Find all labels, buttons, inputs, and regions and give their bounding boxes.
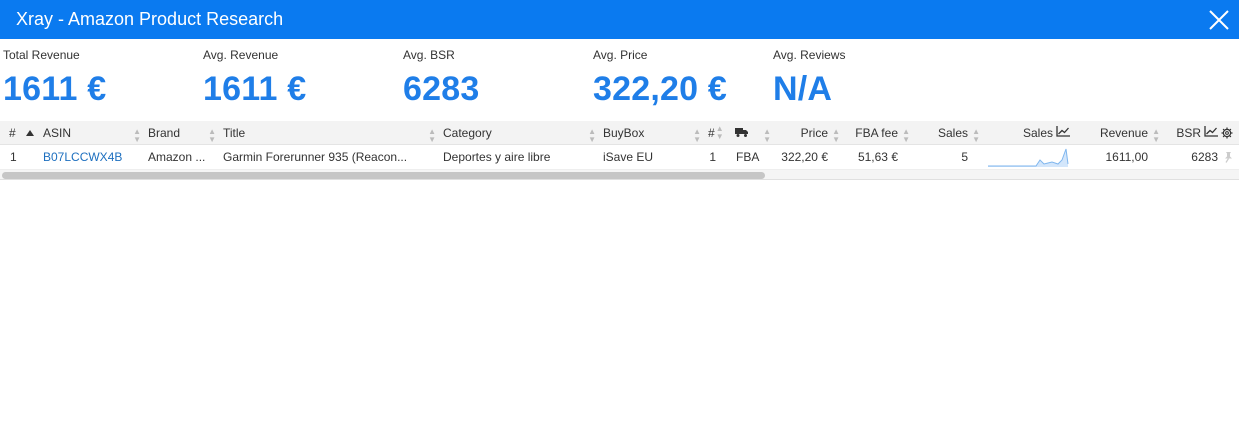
column-header-title[interactable]: Title ▲ ▼ xyxy=(223,121,438,144)
summary-stats: Total Revenue 1611 € Avg. Revenue 1611 €… xyxy=(0,39,1239,121)
header-label: Sales xyxy=(1022,125,1053,140)
stat-avg-price: Avg. Price 322,20 € xyxy=(590,48,770,121)
sort-icon: ▲ ▼ xyxy=(1152,127,1160,144)
sort-icon: ▲ ▼ xyxy=(133,127,141,144)
column-header-fba-fee[interactable]: FBA fee ▲ ▼ xyxy=(845,121,912,144)
column-header-sales[interactable]: Sales ▲ ▼ xyxy=(915,121,982,144)
column-header-sales-chart[interactable]: Sales xyxy=(985,121,1070,144)
table-row[interactable]: 1 B07LCCWX4B Amazon ... Garmin Forerunne… xyxy=(0,145,1239,170)
scrollbar-thumb[interactable] xyxy=(2,172,765,179)
sort-icon: ▲ ▼ xyxy=(693,127,701,144)
cell-fba-fee: 51,63 € xyxy=(857,150,898,164)
cell-bsr: 6283 xyxy=(1191,150,1218,164)
sort-icon: ▲ ▼ xyxy=(972,127,980,144)
header-label: FBA fee xyxy=(855,125,898,140)
header-label: Sales xyxy=(937,125,968,140)
cell-index: 1 xyxy=(10,150,17,164)
header-label: Title xyxy=(223,125,246,140)
cell-asin[interactable]: B07LCCWX4B xyxy=(43,145,143,169)
stat-total-revenue: Total Revenue 1611 € xyxy=(0,48,200,121)
cell-sales: 5 xyxy=(961,150,968,164)
asin-link[interactable]: B07LCCWX4B xyxy=(43,150,122,164)
header-label: ASIN xyxy=(43,125,72,140)
header-label: Category xyxy=(443,125,492,140)
chart-icon xyxy=(1056,125,1070,140)
column-header-price[interactable]: Price ▲ ▼ xyxy=(775,121,842,144)
cell-revenue: 1611,00 xyxy=(1105,150,1149,164)
stat-label: Avg. Revenue xyxy=(203,48,279,62)
cell-brand: Amazon ... xyxy=(148,150,206,164)
column-header-category[interactable]: Category ▲ ▼ xyxy=(443,121,598,144)
cell-title: Garmin Forerunner 935 (Reacon... xyxy=(223,150,408,164)
gear-icon[interactable] xyxy=(1221,121,1237,144)
window-titlebar: Xray - Amazon Product Research xyxy=(0,0,1239,39)
header-label: # xyxy=(9,125,16,140)
sort-icon: ▲ ▼ xyxy=(715,123,724,141)
column-header-buybox[interactable]: BuyBox ▲ ▼ xyxy=(603,121,703,144)
cell-category: Deportes y aire libre xyxy=(443,150,551,164)
stat-avg-bsr: Avg. BSR 6283 xyxy=(400,48,590,121)
column-header-index[interactable]: # xyxy=(9,121,23,144)
stat-avg-reviews: Avg. Reviews N/A xyxy=(770,48,970,121)
products-table: # ASIN ▲ ▼ Brand ▲ ▼ Title ▲ ▼ Category ▲ ▼ … xyxy=(0,121,1239,180)
header-label: # xyxy=(708,125,715,140)
column-header-sellers[interactable]: # ▲ ▼ xyxy=(708,121,730,144)
sort-icon: ▲ ▼ xyxy=(208,127,216,144)
horizontal-scrollbar[interactable] xyxy=(0,170,1239,180)
stat-value: 322,20 € xyxy=(593,70,727,108)
sort-icon: ▲ ▼ xyxy=(588,127,596,144)
column-header-brand[interactable]: Brand ▲ ▼ xyxy=(148,121,218,144)
column-header-asin[interactable]: ASIN ▲ ▼ xyxy=(43,121,143,144)
stat-value: 1611 € xyxy=(3,70,107,108)
column-header-bsr[interactable]: BSR xyxy=(1165,121,1218,144)
column-header-fulfillment[interactable]: ▲ ▼ xyxy=(735,121,773,144)
sales-sparkline[interactable] xyxy=(988,145,1070,169)
sort-icon: ▲ ▼ xyxy=(763,127,771,144)
stat-value: N/A xyxy=(773,70,833,108)
sort-icon: ▲ ▼ xyxy=(832,127,840,144)
header-label: Brand xyxy=(148,125,181,140)
header-label: BSR xyxy=(1176,125,1201,140)
sort-icon: ▲ ▼ xyxy=(902,127,910,144)
window-title: Xray - Amazon Product Research xyxy=(16,9,284,29)
close-icon[interactable] xyxy=(1207,8,1231,32)
stat-label: Total Revenue xyxy=(3,48,80,62)
stat-label: Avg. BSR xyxy=(403,48,455,62)
truck-icon xyxy=(735,126,749,140)
header-label: Price xyxy=(800,125,828,140)
cell-sellers: 1 xyxy=(709,150,716,164)
table-header-row: # ASIN ▲ ▼ Brand ▲ ▼ Title ▲ ▼ Category ▲ ▼ … xyxy=(0,121,1239,145)
header-label: Revenue xyxy=(1099,125,1148,140)
column-header-revenue[interactable]: Revenue ▲ ▼ xyxy=(1075,121,1162,144)
stat-label: Avg. Reviews xyxy=(773,48,846,62)
stat-value: 1611 € xyxy=(203,70,307,108)
sort-icon: ▲ ▼ xyxy=(428,127,436,144)
pin-icon[interactable] xyxy=(1222,145,1236,169)
cell-fulfillment: FBA xyxy=(736,150,760,164)
stat-avg-revenue: Avg. Revenue 1611 € xyxy=(200,48,400,121)
stat-value: 6283 xyxy=(403,70,480,108)
chart-icon xyxy=(1204,125,1218,140)
cell-price: 322,20 € xyxy=(781,150,828,164)
sort-asc-icon[interactable] xyxy=(26,121,38,144)
cell-buybox: iSave EU xyxy=(603,150,654,164)
header-label: BuyBox xyxy=(603,125,645,140)
stat-label: Avg. Price xyxy=(593,48,648,62)
